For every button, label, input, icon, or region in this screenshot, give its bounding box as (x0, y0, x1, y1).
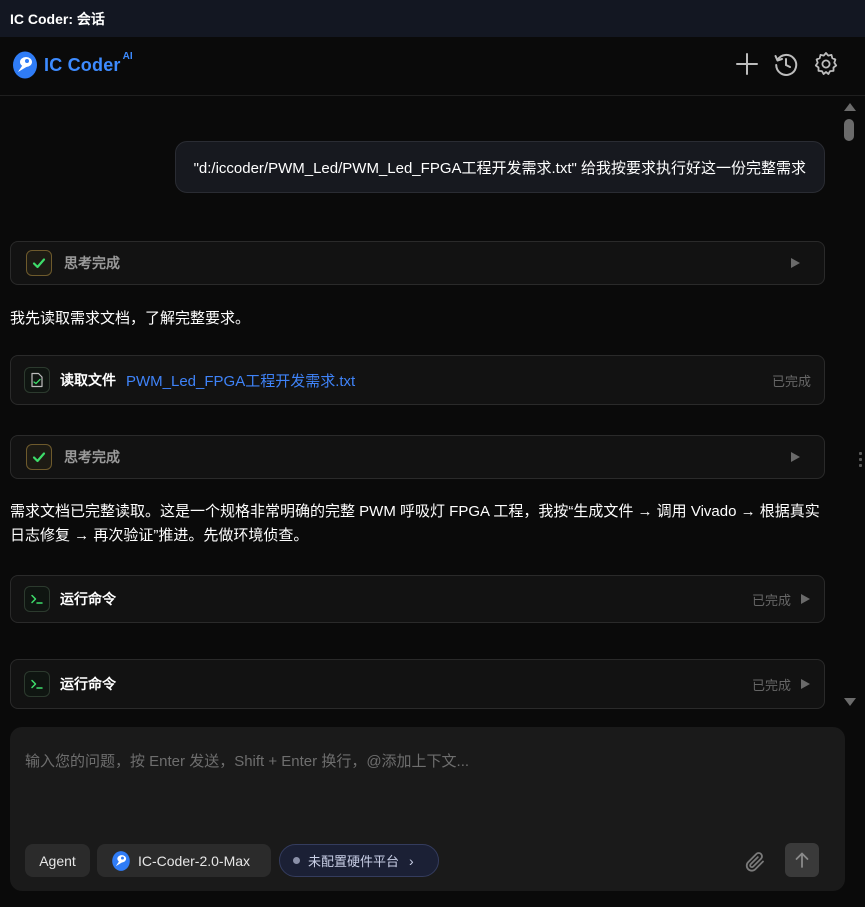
thinking-block-2[interactable]: 思考完成 (10, 435, 825, 479)
message-input-panel[interactable]: 输入您的问题，按 Enter 发送，Shift + Enter 换行，@添加上下… (10, 727, 845, 891)
expand-arrow-icon[interactable] (791, 258, 800, 268)
history-icon[interactable] (773, 51, 799, 77)
model-selector-button[interactable]: IC-Coder-2.0-Max (97, 844, 271, 877)
chat-scrollbar[interactable] (840, 97, 858, 712)
hardware-platform-button[interactable]: 未配置硬件平台 › (279, 844, 439, 877)
logo-text: IC Coder (44, 54, 121, 75)
expand-arrow-icon[interactable] (801, 679, 810, 689)
thinking-block-1[interactable]: 思考完成 (10, 241, 825, 285)
user-message-text: "d:/iccoder/PWM_Led/PWM_Led_FPGA工程开发需求.t… (193, 159, 806, 177)
user-message-bubble: "d:/iccoder/PWM_Led/PWM_Led_FPGA工程开发需求.t… (174, 141, 825, 193)
iccoder-logo-icon (13, 51, 37, 79)
thinking-label: 思考完成 (64, 255, 120, 271)
run-command-status: 已完成 (751, 677, 791, 693)
assistant-message-1: 我先读取需求文档，了解完整要求。 (10, 310, 251, 327)
gear-icon[interactable] (813, 51, 839, 77)
thinking-label: 思考完成 (64, 449, 120, 465)
plus-icon[interactable] (734, 51, 760, 77)
check-icon (26, 250, 52, 276)
run-command-block-1[interactable]: 运行命令 已完成 (10, 575, 825, 623)
read-file-link[interactable]: PWM_Led_FPGA工程开发需求.txt (126, 370, 355, 391)
window-title: IC Coder: 会话 (0, 0, 865, 37)
arrow-up-icon (795, 852, 809, 868)
resize-grip-icon[interactable] (859, 452, 862, 470)
chevron-right-icon: › (409, 852, 414, 869)
paperclip-icon[interactable] (743, 850, 767, 874)
status-dot-icon (293, 857, 300, 864)
logo-superscript: AI (122, 50, 133, 62)
run-command-block-2[interactable]: 运行命令 已完成 (10, 659, 825, 709)
run-command-status: 已完成 (751, 592, 791, 608)
read-file-status: 已完成 (771, 373, 811, 389)
window-title-text: IC Coder: 会话 (10, 10, 105, 27)
scrollbar-thumb[interactable] (844, 119, 854, 141)
check-icon (26, 444, 52, 470)
assistant-message-2: 需求文档已完整读取。这是一个规格非常明确的完整 PWM 呼吸灯 FPGA 工程，… (10, 503, 820, 544)
message-input-placeholder[interactable]: 输入您的问题，按 Enter 发送，Shift + Enter 换行，@添加上下… (25, 750, 469, 771)
read-file-label: 读取文件 (60, 372, 116, 388)
run-command-label: 运行命令 (60, 591, 116, 607)
expand-arrow-icon[interactable] (791, 452, 800, 462)
scroll-down-arrow-icon[interactable] (844, 698, 856, 706)
model-label: IC-Coder-2.0-Max (138, 852, 251, 869)
mode-selector-button[interactable]: Agent (25, 844, 90, 877)
file-read-icon (24, 367, 50, 393)
send-button[interactable] (785, 843, 819, 877)
platform-label: 未配置硬件平台 (308, 854, 400, 869)
terminal-icon (24, 586, 50, 612)
terminal-icon (24, 671, 50, 697)
read-file-block[interactable]: 读取文件 PWM_Led_FPGA工程开发需求.txt 已完成 (10, 355, 825, 405)
app-logo: IC Coder AI (12, 50, 133, 80)
mode-label: Agent (39, 852, 76, 869)
run-command-label: 运行命令 (60, 676, 116, 692)
model-logo-icon (112, 850, 130, 871)
app-header: IC Coder AI (0, 37, 865, 96)
chat-scroll-area[interactable]: "d:/iccoder/PWM_Led/PWM_Led_FPGA工程开发需求.t… (0, 97, 840, 712)
expand-arrow-icon[interactable] (801, 594, 810, 604)
scroll-up-arrow-icon[interactable] (844, 103, 856, 111)
